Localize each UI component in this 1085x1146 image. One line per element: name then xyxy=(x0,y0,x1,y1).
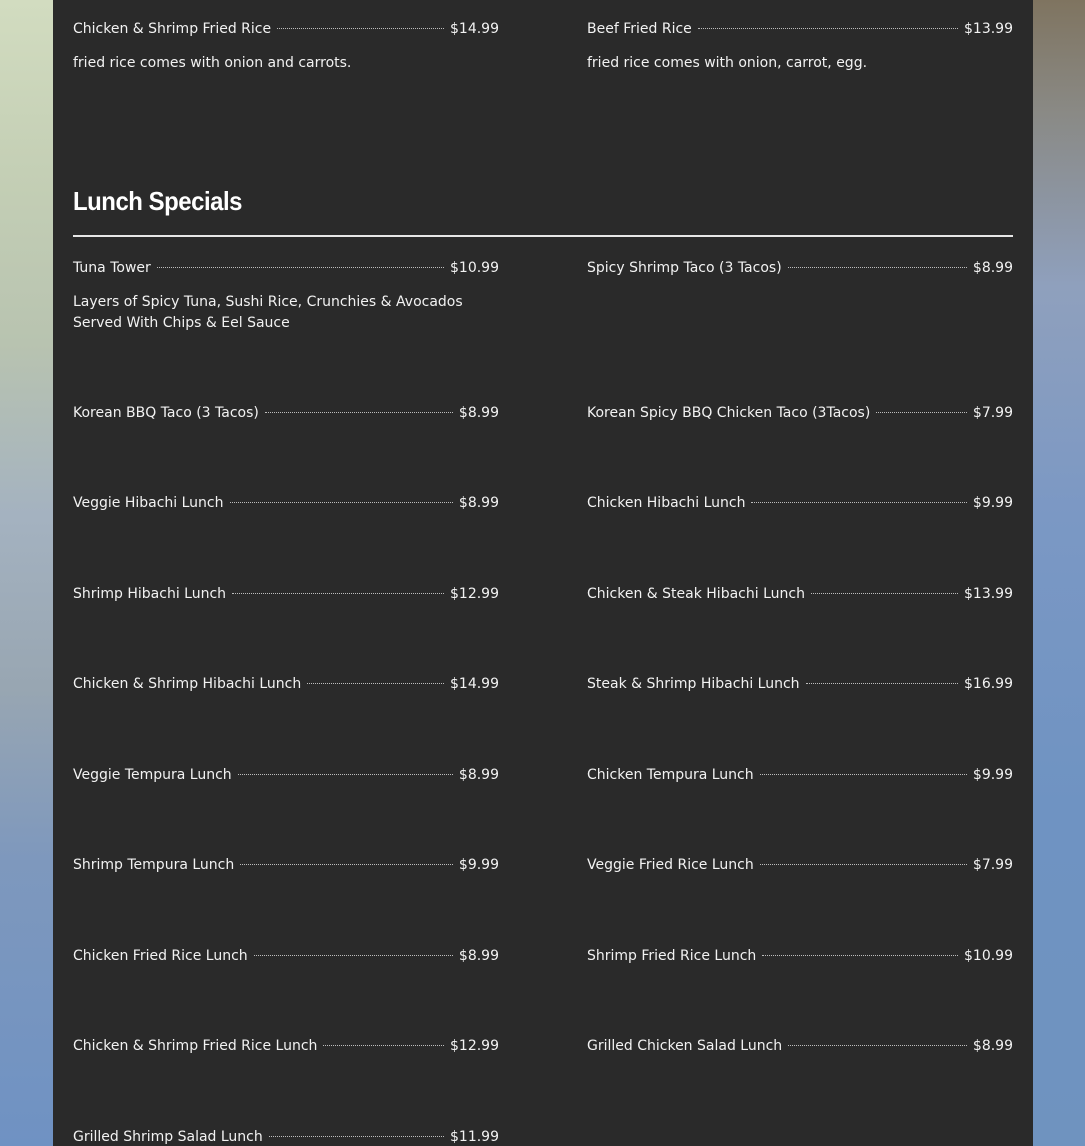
menu-item-name: Veggie Hibachi Lunch xyxy=(73,495,224,511)
menu-item-price: $13.99 xyxy=(964,586,1013,602)
menu-item-price: $14.99 xyxy=(450,21,499,37)
section-divider xyxy=(73,235,1013,237)
menu-item-name: Chicken & Shrimp Hibachi Lunch xyxy=(73,676,302,692)
menu-item-name: Shrimp Fried Rice Lunch xyxy=(587,948,757,964)
menu-item-description: fried rice comes with onion and carrots. xyxy=(73,55,352,71)
section-title: Lunch Specials xyxy=(73,186,243,216)
menu-item: Chicken Fried Rice Lunch $8.99 xyxy=(73,947,499,965)
menu-item: Steak & Shrimp Hibachi Lunch $16.99 xyxy=(587,675,1013,693)
dot-leader xyxy=(810,593,958,594)
dot-leader xyxy=(229,502,453,503)
menu-item-name: Chicken Fried Rice Lunch xyxy=(73,948,248,964)
menu-item-price: $9.99 xyxy=(458,857,499,873)
dot-leader xyxy=(156,267,444,268)
menu-item: Shrimp Hibachi Lunch $12.99 xyxy=(73,585,499,603)
menu-item: Veggie Tempura Lunch $8.99 xyxy=(73,766,499,784)
menu-item: Chicken Hibachi Lunch $9.99 xyxy=(587,494,1013,512)
menu-item: Tuna Tower $10.99 xyxy=(73,259,499,277)
dot-leader xyxy=(277,28,444,29)
menu-item-name: Korean BBQ Taco (3 Tacos) xyxy=(73,405,259,421)
menu-item-price: $8.99 xyxy=(458,948,499,964)
background-left xyxy=(0,0,60,1146)
menu-item-price: $10.99 xyxy=(450,260,499,276)
menu-item: Chicken & Steak Hibachi Lunch $13.99 xyxy=(587,585,1013,603)
dot-leader xyxy=(240,864,453,865)
menu-item-price: $7.99 xyxy=(972,857,1013,873)
menu-item-name: Chicken & Shrimp Fried Rice Lunch xyxy=(73,1038,318,1054)
menu-item-price: $12.99 xyxy=(450,586,499,602)
menu-item-name: Chicken & Shrimp Fried Rice xyxy=(73,21,272,37)
menu-item: Veggie Fried Rice Lunch $7.99 xyxy=(587,856,1013,874)
dot-leader xyxy=(759,864,967,865)
menu-item-name: Shrimp Hibachi Lunch xyxy=(73,586,227,602)
menu-item-price: $16.99 xyxy=(964,676,1013,692)
menu-item-name: Shrimp Tempura Lunch xyxy=(73,857,235,873)
menu-item-name: Steak & Shrimp Hibachi Lunch xyxy=(587,676,800,692)
menu-item-price: $11.99 xyxy=(450,1129,499,1145)
menu-item-name: Beef Fried Rice xyxy=(587,21,692,37)
menu-item-description: fried rice comes with onion, carrot, egg… xyxy=(587,55,868,71)
dot-leader xyxy=(264,412,453,413)
menu-item-chicken-shrimp-fried-rice: Chicken & Shrimp Fried Rice $14.99 xyxy=(73,20,499,38)
menu-item-price: $14.99 xyxy=(450,676,499,692)
menu-item-name: Chicken & Steak Hibachi Lunch xyxy=(587,586,805,602)
menu-item-price: $8.99 xyxy=(458,767,499,783)
menu-item: Korean BBQ Taco (3 Tacos) $8.99 xyxy=(73,404,499,422)
dot-leader xyxy=(805,683,958,684)
dot-leader xyxy=(307,683,444,684)
menu-item: Shrimp Fried Rice Lunch $10.99 xyxy=(587,947,1013,965)
menu-item-name: Veggie Tempura Lunch xyxy=(73,767,232,783)
menu-item-price: $8.99 xyxy=(972,260,1013,276)
menu-item-name: Spicy Shrimp Taco (3 Tacos) xyxy=(587,260,782,276)
menu-item: Grilled Shrimp Salad Lunch $11.99 xyxy=(73,1128,499,1146)
dot-leader xyxy=(232,593,444,594)
menu-item-description: Layers of Spicy Tuna, Sushi Rice, Crunch… xyxy=(73,294,463,331)
menu-item-price: $7.99 xyxy=(972,405,1013,421)
dot-leader xyxy=(268,1136,444,1137)
menu-item-name: Chicken Tempura Lunch xyxy=(587,767,754,783)
menu-item: Veggie Hibachi Lunch $8.99 xyxy=(73,494,499,512)
menu-panel: Chicken & Shrimp Fried Rice $14.99 fried… xyxy=(53,0,1033,1146)
menu-item: Spicy Shrimp Taco (3 Tacos) $8.99 xyxy=(587,259,1013,277)
dot-leader xyxy=(253,955,453,956)
dot-leader xyxy=(237,774,453,775)
menu-item-beef-fried-rice: Beef Fried Rice $13.99 xyxy=(587,20,1013,38)
menu-item-name: Grilled Shrimp Salad Lunch xyxy=(73,1129,263,1145)
dot-leader xyxy=(788,1045,967,1046)
menu-item-price: $8.99 xyxy=(972,1038,1013,1054)
menu-item-price: $9.99 xyxy=(972,495,1013,511)
dot-leader xyxy=(323,1045,444,1046)
menu-item: Shrimp Tempura Lunch $9.99 xyxy=(73,856,499,874)
menu-item-price: $8.99 xyxy=(458,405,499,421)
menu-item-price: $9.99 xyxy=(972,767,1013,783)
menu-item-name: Chicken Hibachi Lunch xyxy=(587,495,746,511)
menu-item: Chicken & Shrimp Hibachi Lunch $14.99 xyxy=(73,675,499,693)
menu-item: Korean Spicy BBQ Chicken Taco (3Tacos) $… xyxy=(587,404,1013,422)
background-right xyxy=(1025,0,1085,1146)
menu-item-name: Veggie Fried Rice Lunch xyxy=(587,857,754,873)
menu-item-price: $12.99 xyxy=(450,1038,499,1054)
menu-item: Chicken & Shrimp Fried Rice Lunch $12.99 xyxy=(73,1037,499,1055)
menu-item: Grilled Chicken Salad Lunch $8.99 xyxy=(587,1037,1013,1055)
dot-leader xyxy=(697,28,958,29)
dot-leader xyxy=(751,502,967,503)
menu-item-price: $10.99 xyxy=(964,948,1013,964)
menu-item-name: Korean Spicy BBQ Chicken Taco (3Tacos) xyxy=(587,405,871,421)
menu-item-price: $8.99 xyxy=(458,495,499,511)
menu-item-price: $13.99 xyxy=(964,21,1013,37)
dot-leader xyxy=(762,955,958,956)
menu-item-name: Grilled Chicken Salad Lunch xyxy=(587,1038,783,1054)
menu-item: Chicken Tempura Lunch $9.99 xyxy=(587,766,1013,784)
dot-leader xyxy=(787,267,967,268)
dot-leader xyxy=(759,774,967,775)
dot-leader xyxy=(876,412,967,413)
menu-item-name: Tuna Tower xyxy=(73,260,151,276)
